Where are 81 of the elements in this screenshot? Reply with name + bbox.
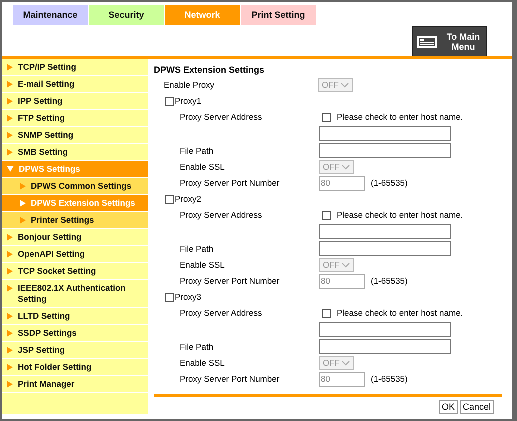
checkbox-label: Proxy1 xyxy=(175,96,202,106)
sidebar-item[interactable]: E-mail Setting xyxy=(2,76,148,93)
tab[interactable]: Maintenance xyxy=(13,5,88,25)
range-hint: (1-65535) xyxy=(371,374,408,384)
field-label: Proxy Server Address xyxy=(180,112,264,122)
sidebar-item[interactable]: LLTD Setting xyxy=(2,308,148,325)
file-path-field[interactable] xyxy=(319,339,451,354)
caret-right-icon xyxy=(7,285,13,292)
field-label: Proxy Server Port Number xyxy=(180,178,281,188)
range-hint: (1-65535) xyxy=(371,276,408,286)
chevron-down-icon xyxy=(342,262,350,268)
sidebar-item[interactable]: IEEE802.1X Authentication Setting xyxy=(2,280,148,308)
caret-right-icon xyxy=(7,251,13,258)
field-label: Proxy Server Port Number xyxy=(180,374,281,384)
chevron-down-icon xyxy=(342,164,350,170)
field-label: File Path xyxy=(180,244,215,254)
main-menu-button[interactable]: To Main Menu xyxy=(412,26,487,56)
range-hint: (1-65535) xyxy=(371,178,408,188)
caret-right-icon xyxy=(20,183,26,190)
screen-icon xyxy=(417,36,437,48)
field-label: Proxy Server Address xyxy=(180,308,264,318)
sidebar-item[interactable]: TCP/IP Setting xyxy=(2,59,148,76)
caret-right-icon xyxy=(7,81,13,88)
tab[interactable]: Print Setting xyxy=(241,5,316,25)
sidebar-item[interactable]: Hot Folder Setting xyxy=(2,359,148,376)
caret-right-icon xyxy=(7,132,13,139)
dialog-button[interactable]: OK xyxy=(438,400,458,414)
caret-right-icon xyxy=(7,149,13,156)
sidebar-item[interactable]: Bonjour Setting xyxy=(2,229,148,246)
checkbox[interactable] xyxy=(322,308,331,318)
checkbox[interactable] xyxy=(165,292,174,302)
sidebar-item[interactable]: SSDP Settings xyxy=(2,325,148,342)
section-title: DPWS Extension Settings xyxy=(154,65,266,75)
caret-right-icon xyxy=(20,200,26,207)
caret-right-icon xyxy=(7,313,13,320)
field-label: Enable SSL xyxy=(180,162,226,172)
field-label: Proxy Server Address xyxy=(180,210,264,220)
caret-right-icon xyxy=(7,364,13,371)
file-path-field[interactable] xyxy=(319,143,451,158)
caret-right-icon xyxy=(7,330,13,337)
checkbox-label: Please check to enter host name. xyxy=(337,210,464,220)
field-label: Enable SSL xyxy=(180,358,226,368)
checkbox[interactable] xyxy=(165,194,174,204)
field-label: Enable Proxy xyxy=(164,80,216,90)
caret-down-icon xyxy=(7,166,14,172)
sidebar-item[interactable]: SNMP Setting xyxy=(2,127,148,144)
field-label: File Path xyxy=(180,342,215,352)
caret-right-icon xyxy=(7,98,13,105)
sidebar-item[interactable]: TCP Socket Setting xyxy=(2,263,148,280)
field-label: File Path xyxy=(180,146,215,156)
field-label: Enable SSL xyxy=(180,260,226,270)
checkbox-label: Please check to enter host name. xyxy=(337,308,464,318)
caret-right-icon xyxy=(7,115,13,122)
sidebar-subitem[interactable]: Printer Settings xyxy=(2,212,148,229)
chevron-down-icon xyxy=(341,82,349,88)
sidebar-subitem[interactable]: DPWS Common Settings xyxy=(2,178,148,195)
caret-right-icon xyxy=(7,234,13,241)
address-field[interactable] xyxy=(319,126,451,141)
caret-right-icon xyxy=(7,347,13,354)
caret-right-icon xyxy=(7,381,13,388)
caret-right-icon xyxy=(7,64,13,71)
chevron-down-icon xyxy=(342,360,350,366)
checkbox[interactable] xyxy=(322,210,331,220)
address-field[interactable] xyxy=(319,322,451,337)
checkbox[interactable] xyxy=(322,112,331,122)
sidebar-item[interactable]: IPP Setting xyxy=(2,93,148,110)
tab[interactable]: Security xyxy=(89,5,164,25)
field-label: Proxy Server Port Number xyxy=(180,276,281,286)
checkbox-label: Proxy2 xyxy=(175,194,202,204)
file-path-field[interactable] xyxy=(319,241,451,256)
checkbox-label: Please check to enter host name. xyxy=(337,112,464,122)
caret-right-icon xyxy=(20,217,26,224)
sidebar-item[interactable]: FTP Setting xyxy=(2,110,148,127)
dialog-button[interactable]: Cancel xyxy=(460,400,494,414)
caret-right-icon xyxy=(7,268,13,275)
sidebar-item[interactable]: Print Manager xyxy=(2,376,148,393)
sidebar-item[interactable]: OpenAPI Setting xyxy=(2,246,148,263)
address-field[interactable] xyxy=(319,224,451,239)
checkbox[interactable] xyxy=(165,96,174,106)
checkbox-label: Proxy3 xyxy=(175,292,202,302)
sidebar-item[interactable]: JSP Setting xyxy=(2,342,148,359)
